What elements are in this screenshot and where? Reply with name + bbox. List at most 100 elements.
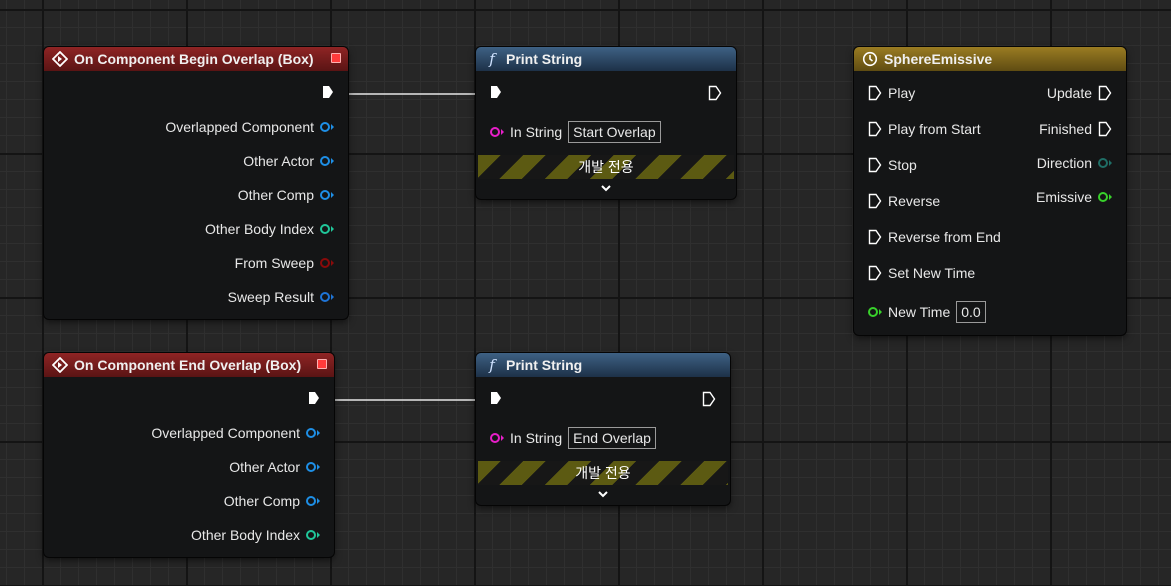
object-pin-icon[interactable] <box>306 496 320 506</box>
timeline-input-pin[interactable]: Reverse <box>868 193 940 209</box>
exec-out-pin[interactable] <box>708 85 722 101</box>
exec-pin-icon[interactable] <box>868 157 882 173</box>
exec-pin-icon[interactable] <box>308 391 320 405</box>
timeline-output-pin[interactable]: Finished <box>1039 121 1112 137</box>
object-pin-icon[interactable] <box>306 428 320 438</box>
output-delegate-icon[interactable] <box>331 53 341 63</box>
exec-in-pin[interactable] <box>490 391 502 405</box>
pin-label: Direction <box>1036 155 1092 171</box>
timeline-output-pin[interactable]: Emissive <box>1036 189 1112 205</box>
print-string-node-2[interactable]: f Print String In String End Overlap 개발 … <box>476 353 730 505</box>
output-pin-row[interactable]: Other Actor <box>229 459 320 475</box>
exec-pin-icon[interactable] <box>868 229 882 245</box>
new-time-pin-row[interactable]: New Time 0.0 <box>868 301 986 323</box>
development-only-banner: 개발 전용 <box>478 155 734 179</box>
pin-label: Sweep Result <box>227 289 314 305</box>
timeline-output-pin[interactable]: Direction <box>1037 155 1112 171</box>
string-pin-icon[interactable] <box>490 433 504 443</box>
output-pin-row[interactable]: Overlapped Component <box>165 119 334 135</box>
output-pin-row[interactable]: Other Actor <box>243 153 334 169</box>
timeline-input-pin[interactable]: Set New Time <box>868 265 975 281</box>
end-overlap-event-node[interactable]: On Component End Overlap (Box) Overlappe… <box>44 353 334 557</box>
pin-label: Other Actor <box>229 459 300 475</box>
timeline-output-pin[interactable]: Update <box>1047 85 1112 101</box>
output-pin-row[interactable]: Other Body Index <box>191 527 320 543</box>
timeline-input-pin[interactable]: Play <box>868 85 915 101</box>
timeline-input-pin[interactable]: Stop <box>868 157 917 173</box>
exec-pin-icon[interactable] <box>1098 85 1112 101</box>
output-pin-row[interactable]: Other Comp <box>224 493 320 509</box>
pin-label: Reverse from End <box>888 229 1001 245</box>
int-pin-icon[interactable] <box>320 224 334 234</box>
clock-icon <box>862 51 878 67</box>
timeline-input-pin[interactable]: Reverse from End <box>868 229 1001 245</box>
development-only-label: 개발 전용 <box>575 465 631 481</box>
in-string-pin-row[interactable]: In String End Overlap <box>490 427 656 449</box>
development-only-banner: 개발 전용 <box>478 461 728 485</box>
function-icon: f <box>489 50 495 68</box>
exec-pin-icon[interactable] <box>1098 121 1112 137</box>
output-pin-row[interactable]: Other Comp <box>238 187 334 203</box>
print-string-header[interactable]: f Print String <box>476 353 730 377</box>
pin-label: From Sweep <box>234 255 314 271</box>
output-delegate-icon[interactable] <box>317 359 327 369</box>
new-time-label: New Time <box>888 304 951 320</box>
exec-pin-icon[interactable] <box>868 193 882 209</box>
exec-pin-icon[interactable] <box>490 85 502 99</box>
function-icon: f <box>489 356 495 374</box>
exec-pin-icon[interactable] <box>868 121 882 137</box>
begin-overlap-event-node[interactable]: On Component Begin Overlap (Box) Overlap… <box>44 47 348 319</box>
in-string-pin-row[interactable]: In String Start Overlap <box>490 121 661 143</box>
new-time-field[interactable]: 0.0 <box>956 301 986 323</box>
exec-out-pin[interactable] <box>702 391 716 407</box>
exec-out-pin[interactable] <box>308 391 320 405</box>
float-pin-icon[interactable] <box>1098 192 1112 202</box>
event-diamond-icon <box>52 357 68 373</box>
pin-label: Other Body Index <box>191 527 300 543</box>
output-pin-row[interactable]: Overlapped Component <box>151 425 320 441</box>
timeline-header[interactable]: SphereEmissive <box>854 47 1126 71</box>
exec-pin-icon[interactable] <box>702 391 716 407</box>
int-pin-icon[interactable] <box>306 530 320 540</box>
pin-label: Overlapped Component <box>151 425 300 441</box>
object-pin-icon[interactable] <box>306 462 320 472</box>
in-string-label: In String <box>510 430 563 446</box>
exec-out-pin[interactable] <box>322 85 334 99</box>
exec-in-pin[interactable] <box>490 85 502 99</box>
print-string-node-1[interactable]: f Print String In String Start Overlap 개… <box>476 47 736 199</box>
bool-pin-icon[interactable] <box>320 258 334 268</box>
float-pin-icon[interactable] <box>868 307 882 317</box>
print-string-title: Print String <box>506 51 583 67</box>
end-overlap-title: On Component End Overlap (Box) <box>74 357 302 373</box>
exec-pin-icon[interactable] <box>490 391 502 405</box>
string-pin-icon[interactable] <box>490 127 504 137</box>
direction-pin-icon[interactable] <box>1098 158 1112 168</box>
print-string-header[interactable]: f Print String <box>476 47 736 71</box>
pin-label: Overlapped Component <box>165 119 314 135</box>
struct-pin-icon[interactable] <box>320 292 334 302</box>
in-string-field[interactable]: Start Overlap <box>568 121 661 143</box>
begin-overlap-title: On Component Begin Overlap (Box) <box>74 51 314 67</box>
exec-pin-icon[interactable] <box>868 265 882 281</box>
exec-pin-icon[interactable] <box>868 85 882 101</box>
output-pin-row[interactable]: Sweep Result <box>228 289 334 305</box>
exec-pin-icon[interactable] <box>708 85 722 101</box>
object-pin-icon[interactable] <box>320 190 334 200</box>
in-string-label: In String <box>510 124 563 140</box>
timeline-input-pin[interactable]: Play from Start <box>868 121 981 137</box>
in-string-field[interactable]: End Overlap <box>568 427 656 449</box>
output-pin-row[interactable]: From Sweep <box>235 255 334 271</box>
object-pin-icon[interactable] <box>320 156 334 166</box>
chevron-down-icon[interactable] <box>476 486 730 504</box>
timeline-node[interactable]: SphereEmissive Play Play from Start Stop… <box>854 47 1126 335</box>
end-overlap-header[interactable]: On Component End Overlap (Box) <box>44 353 334 377</box>
object-pin-icon[interactable] <box>320 122 334 132</box>
begin-overlap-header[interactable]: On Component Begin Overlap (Box) <box>44 47 348 71</box>
pin-label: Play from Start <box>888 121 981 137</box>
chevron-down-icon[interactable] <box>476 180 736 198</box>
timeline-title: SphereEmissive <box>884 51 993 67</box>
pin-label: Finished <box>1039 121 1092 137</box>
pin-label: Stop <box>888 157 917 173</box>
exec-pin-icon[interactable] <box>322 85 334 99</box>
output-pin-row[interactable]: Other Body Index <box>205 221 334 237</box>
